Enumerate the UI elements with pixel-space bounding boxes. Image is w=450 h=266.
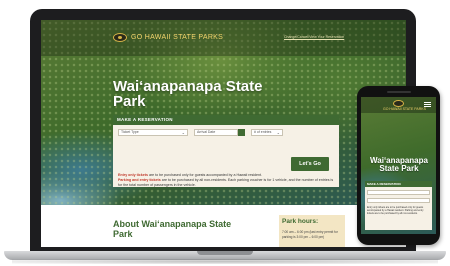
state-seal-icon	[113, 33, 127, 42]
manage-reservation-link[interactable]: Change/Cancel/View Your Reservation	[284, 35, 344, 39]
laptop-screen: GO HAWAII STATE PARKS Change/Cancel/View…	[41, 20, 406, 247]
chevron-down-icon: ⌄	[181, 130, 185, 135]
entry-only-text: are to be purchased only for guests acco…	[147, 173, 263, 177]
ticket-type-value: Ticket Type	[121, 130, 139, 134]
entries-value: # of entries	[254, 130, 272, 134]
reservation-panel: MAKE A RESERVATION Ticket Type ⌄ Arrival…	[113, 115, 339, 187]
chevron-down-icon: ⌄	[276, 130, 280, 135]
phone-reservation-header: MAKE A RESERVATION	[365, 181, 432, 187]
lets-go-button[interactable]: Let's Go	[291, 157, 329, 171]
reservation-fields: Ticket Type ⌄ Arrival Date # of entries …	[118, 129, 283, 136]
hamburger-menu-icon[interactable]	[424, 102, 431, 107]
ticket-type-select[interactable]: Ticket Type ⌄	[118, 129, 188, 136]
entry-only-label: Entry only tickets	[118, 173, 148, 177]
device-mockup: GO HAWAII STATE PARKS Change/Cancel/View…	[0, 0, 450, 266]
arrival-date-placeholder: Arrival Date	[197, 130, 216, 134]
phone-header: GO HAWAII STATE PARKS	[361, 97, 436, 113]
reservation-header: MAKE A RESERVATION	[113, 115, 339, 125]
hero-banner: GO HAWAII STATE PARKS Change/Cancel/View…	[41, 20, 406, 205]
calendar-icon[interactable]	[238, 129, 245, 136]
park-hours-card: Park hours: 7:00 am – 6:00 pm (last entr…	[279, 215, 345, 247]
park-hours-text: 7:00 am – 6:00 pm (last entry permit for…	[282, 230, 338, 239]
phone-reservation-notes: Entry only tickets are to be purchased o…	[367, 206, 424, 216]
about-heading: About Wai‘anapanapa State Park	[113, 219, 232, 239]
phone-page-title: Wai‘anapanapa State Park	[370, 156, 428, 173]
site-logo[interactable]: GO HAWAII STATE PARKS	[113, 33, 223, 42]
state-seal-icon	[393, 100, 404, 107]
logo-text: GO HAWAII STATE PARKS	[131, 34, 224, 41]
parking-entry-label: Parking and entry tickets	[118, 178, 161, 182]
entries-select[interactable]: # of entries ⌄	[251, 129, 283, 136]
arrival-date-input[interactable]: Arrival Date	[194, 129, 238, 136]
reservation-notes: Entry only tickets are to be purchased o…	[118, 173, 334, 188]
phone-logo-text: GO HAWAII STATE PARKS	[383, 107, 426, 111]
laptop-shadow	[12, 259, 438, 264]
site-header: GO HAWAII STATE PARKS Change/Cancel/View…	[41, 20, 406, 56]
park-hours-title: Park hours:	[282, 218, 319, 225]
phone-screen: GO HAWAII STATE PARKS Wai‘anapanapa Stat…	[361, 97, 436, 234]
phone-arrival-date-input[interactable]	[367, 198, 430, 203]
phone-reservation-panel: MAKE A RESERVATION Entry only tickets ar…	[365, 181, 432, 230]
page-title: Wai‘anapanapa State Park	[113, 78, 263, 110]
phone-speaker	[387, 91, 411, 93]
phone-ticket-type-select[interactable]	[367, 190, 430, 195]
laptop-notch	[197, 251, 253, 255]
